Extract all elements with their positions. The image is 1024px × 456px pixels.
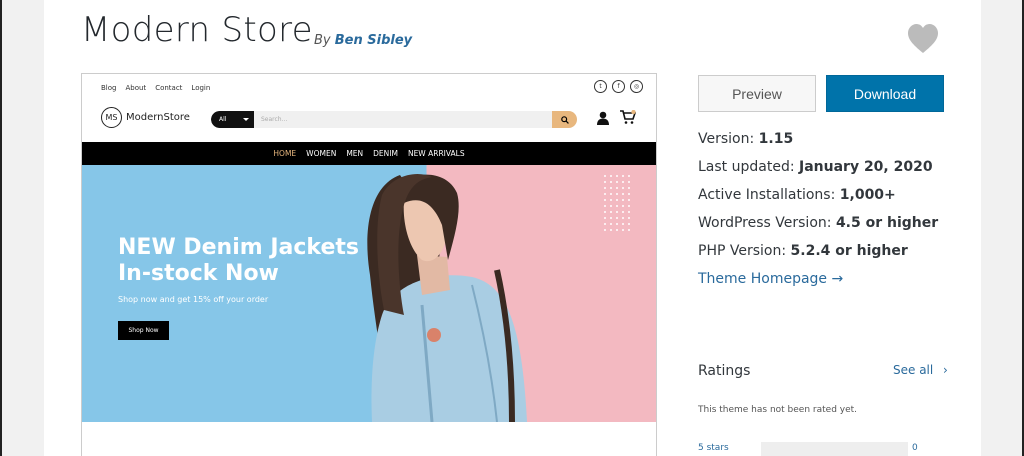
- twitter-icon: t: [594, 80, 607, 93]
- theme-title: Modern Store: [81, 10, 313, 50]
- ratings-heading: Ratings: [698, 363, 751, 379]
- meta-php-label: PHP Version:: [698, 243, 787, 259]
- meta-php-version: PHP Version: 5.2.4 or higher: [698, 237, 938, 265]
- theme-meta: Version: 1.15 Last updated: January 20, …: [698, 125, 938, 293]
- five-star-link[interactable]: 5 stars: [698, 443, 729, 453]
- by-prefix: By: [314, 33, 331, 48]
- meta-php-value: 5.2.4 or higher: [790, 243, 908, 259]
- theme-page: Modern Store By Ben Sibley Blog About Co…: [44, 0, 981, 456]
- hero-subtext: Shop now and get 15% off your order: [118, 295, 269, 304]
- see-all-label: See all: [893, 363, 934, 377]
- hero-model-image: [367, 174, 527, 422]
- meta-installs-label: Active Installations:: [698, 187, 836, 203]
- theme-byline: By Ben Sibley: [314, 33, 412, 48]
- hero-heading-line2: In-stock Now: [118, 261, 279, 286]
- preview-search-placeholder: Search...: [261, 116, 288, 123]
- meta-installs-value: 1,000+: [839, 187, 896, 203]
- preview-hero-banner: NEW Denim Jackets In-stock Now Shop now …: [82, 165, 656, 422]
- preview-logo-mark: MS: [101, 107, 122, 128]
- preview-link-blog: Blog: [101, 84, 117, 92]
- preview-social-icons: t f ◎: [594, 80, 643, 93]
- preview-nav-men: MEN: [346, 149, 364, 158]
- preview-link-about: About: [125, 84, 147, 92]
- preview-search-bar: All Search...: [211, 111, 577, 128]
- meta-updated-value: January 20, 2020: [799, 159, 933, 175]
- hero-heading: NEW Denim Jackets In-stock Now: [118, 235, 378, 287]
- meta-installs: Active Installations: 1,000+: [698, 181, 938, 209]
- preview-nav-home: HOME: [273, 149, 297, 158]
- window-left-edge: [0, 0, 2, 456]
- meta-version-label: Version:: [698, 131, 755, 147]
- meta-version: Version: 1.15: [698, 125, 938, 153]
- preview-button[interactable]: Preview: [698, 75, 816, 112]
- favorite-heart-icon[interactable]: [906, 22, 940, 56]
- hero-dot-pattern: [602, 173, 632, 233]
- theme-homepage-link[interactable]: Theme Homepage →: [698, 271, 843, 287]
- preview-top-links: Blog About Contact Login: [101, 84, 210, 92]
- preview-search-button: [552, 111, 577, 128]
- not-rated-text: This theme has not been rated yet.: [698, 405, 858, 415]
- author-link[interactable]: Ben Sibley: [335, 33, 412, 48]
- user-icon: [597, 111, 609, 125]
- preview-logo: MS ModernStore: [101, 107, 190, 128]
- preview-link-login: Login: [191, 84, 211, 92]
- preview-search-category: All: [211, 111, 254, 128]
- facebook-icon: f: [612, 80, 625, 93]
- preview-nav-women: WOMEN: [306, 149, 337, 158]
- five-star-count: 0: [912, 443, 918, 453]
- meta-updated-label: Last updated:: [698, 159, 795, 175]
- preview-nav-denim: DENIM: [373, 149, 398, 158]
- five-star-bar: [761, 442, 908, 456]
- meta-updated: Last updated: January 20, 2020: [698, 153, 938, 181]
- preview-logo-name: ModernStore: [126, 112, 190, 123]
- preview-main-nav: HOME WOMEN MEN DENIM NEW ARRIVALS: [82, 142, 656, 165]
- download-button[interactable]: Download: [826, 75, 944, 112]
- see-all-ratings-link[interactable]: See all ›: [893, 363, 948, 377]
- preview-link-contact: Contact: [155, 84, 183, 92]
- meta-wp-label: WordPress Version:: [698, 215, 832, 231]
- cart-icon: [620, 110, 636, 124]
- preview-header: MS ModernStore All Search...: [82, 100, 656, 142]
- search-icon: [560, 115, 569, 124]
- chevron-right-icon: ›: [943, 363, 948, 377]
- meta-wp-value: 4.5 or higher: [835, 215, 939, 231]
- meta-wp-version: WordPress Version: 4.5 or higher: [698, 209, 938, 237]
- hero-shop-now-button: Shop Now: [118, 321, 169, 340]
- preview-nav-new-arrivals: NEW ARRIVALS: [407, 149, 465, 158]
- meta-version-value: 1.15: [758, 131, 794, 147]
- theme-screenshot[interactable]: Blog About Contact Login t f ◎ MS Modern…: [81, 73, 657, 456]
- preview-topbar: Blog About Contact Login t f ◎: [82, 74, 656, 100]
- hero-heading-line1: NEW Denim Jackets: [118, 235, 359, 260]
- instagram-icon: ◎: [630, 80, 643, 93]
